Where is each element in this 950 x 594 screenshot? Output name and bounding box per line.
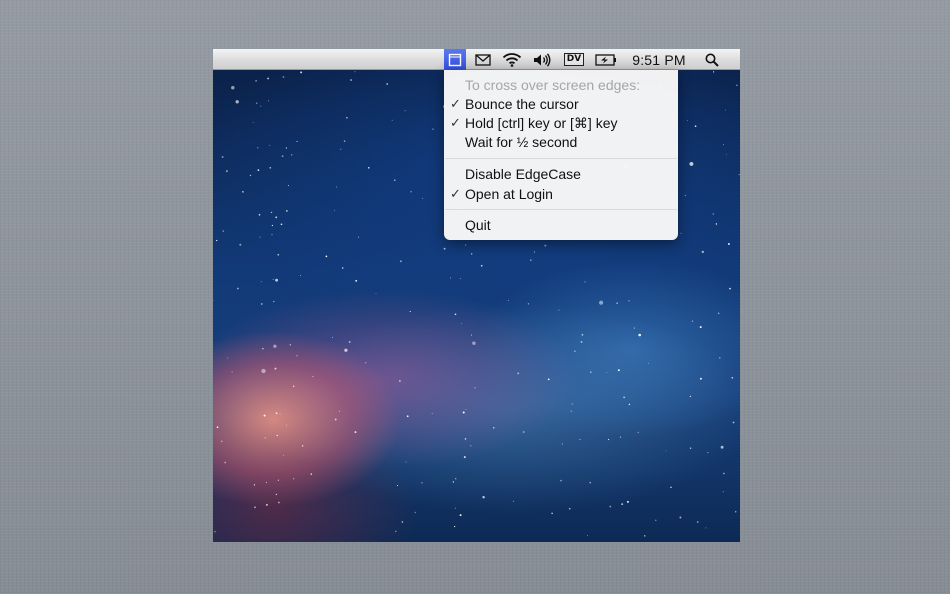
menu-item-label: Hold [ctrl] key or [⌘] key [465, 115, 618, 131]
menu-separator [445, 209, 677, 210]
menu-item-disable-edgecase[interactable]: Disable EdgeCase [444, 164, 678, 184]
edgecase-menu: To cross over screen edges: ✓ Bounce the… [444, 70, 678, 240]
dv-label: DV [563, 53, 585, 66]
menu-item-bounce-cursor[interactable]: ✓ Bounce the cursor [444, 94, 678, 114]
menu-item-label: Bounce the cursor [465, 96, 579, 112]
menu-separator [445, 158, 677, 159]
checkmark-icon: ✓ [450, 96, 461, 111]
mail-icon[interactable] [472, 49, 494, 70]
clock[interactable]: 9:51 PM [627, 49, 691, 70]
spotlight-icon[interactable] [701, 49, 723, 70]
menu-item-wait-half-second[interactable]: Wait for ½ second [444, 132, 678, 152]
menu-bar: DV 9:51 PM [213, 49, 740, 70]
menu-item-label: Disable EdgeCase [465, 166, 581, 182]
menu-item-hold-key[interactable]: ✓ Hold [ctrl] key or [⌘] key [444, 113, 678, 133]
menu-header: To cross over screen edges: [444, 75, 678, 95]
menu-item-label: Wait for ½ second [465, 134, 578, 150]
checkmark-icon: ✓ [450, 115, 461, 130]
menu-item-label: Quit [465, 217, 491, 233]
menu-item-open-at-login[interactable]: ✓ Open at Login [444, 184, 678, 204]
volume-icon[interactable] [531, 49, 553, 70]
dv-icon[interactable]: DV [562, 49, 586, 70]
wifi-icon[interactable] [500, 49, 524, 70]
battery-icon[interactable] [593, 49, 619, 70]
menu-header-label: To cross over screen edges: [465, 77, 641, 93]
menu-item-label: Open at Login [465, 186, 553, 202]
checkmark-icon: ✓ [450, 186, 461, 201]
edgecase-icon[interactable] [444, 49, 466, 70]
menu-item-quit[interactable]: Quit [444, 215, 678, 235]
